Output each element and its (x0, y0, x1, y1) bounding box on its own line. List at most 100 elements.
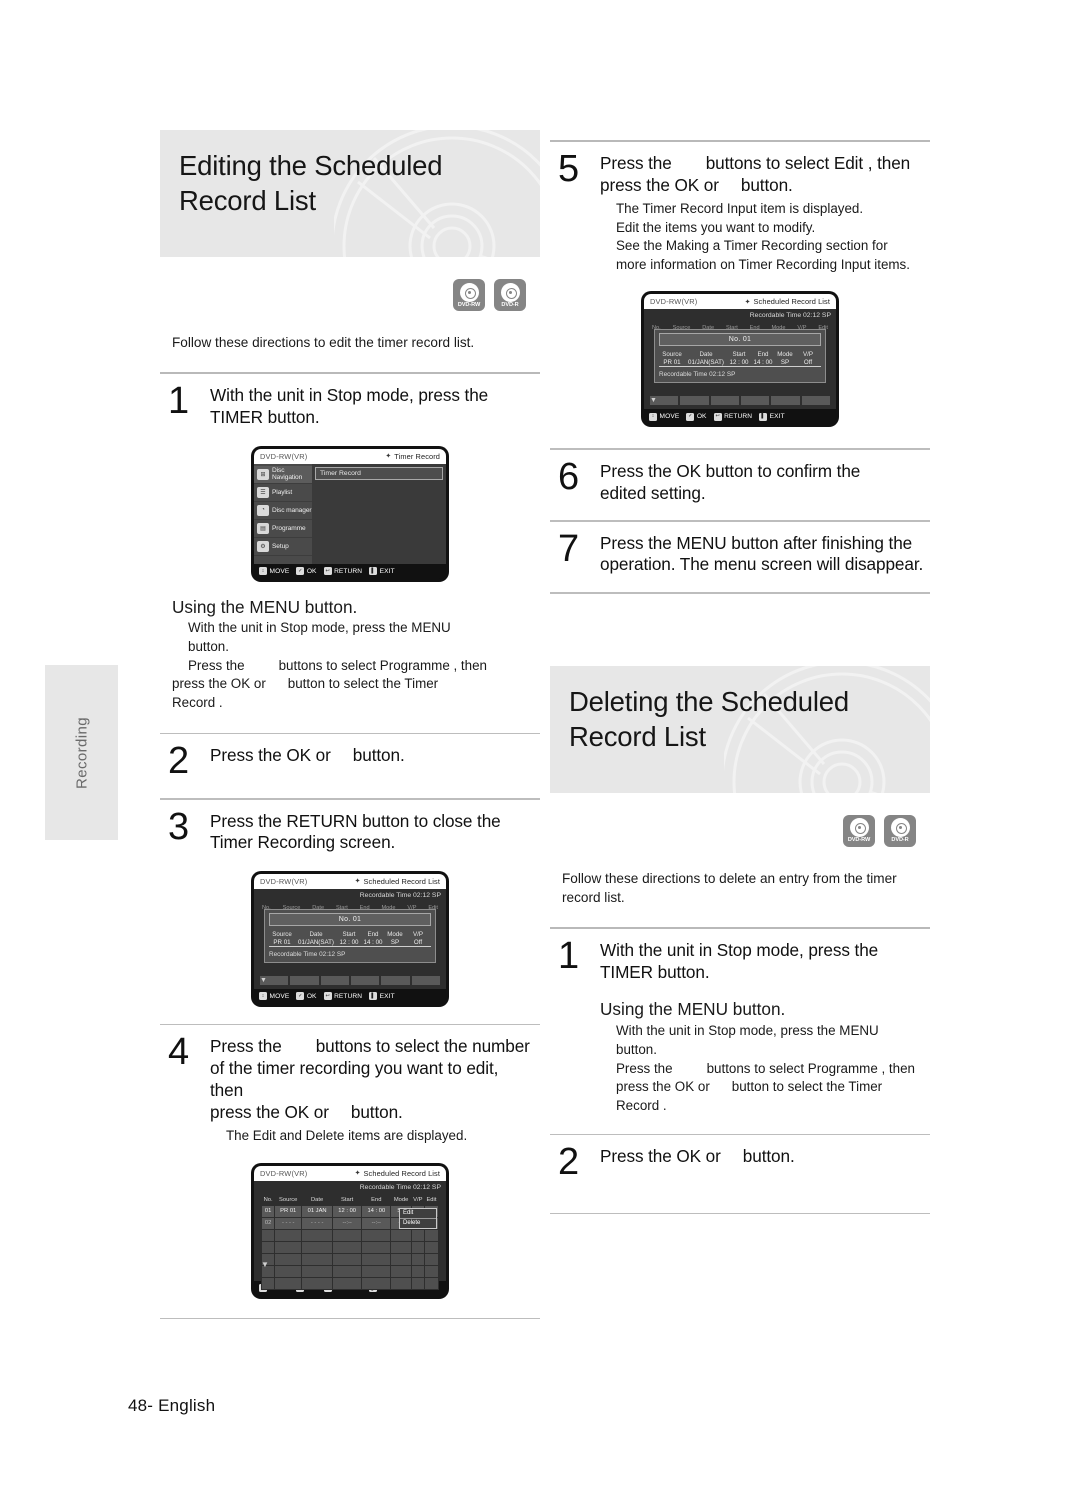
sidebar-item-label: Disc manager (272, 506, 312, 514)
field-value-date[interactable]: 01/JAN(SAT) (295, 939, 337, 947)
intro-line-2: record list. (562, 889, 625, 905)
navbar-return[interactable]: ↩ RETURN (713, 412, 753, 421)
step-line-2: Timer Recording screen. (210, 832, 396, 853)
step-line-1: Press the MENU button after finishing th… (600, 532, 913, 553)
field-value-vp[interactable]: Off (795, 359, 821, 368)
cell: . (410, 1264, 425, 1278)
screen-title: Scheduled Record List (363, 1168, 440, 1178)
cell-no: 02 (260, 1216, 276, 1230)
field-value-vp[interactable]: Off (405, 939, 431, 947)
dialog-recordable-time: Recordable Time 02:12 SP (269, 950, 346, 958)
field-header: Mode (387, 930, 403, 938)
screen-title: Scheduled Record List (753, 297, 830, 307)
step-1: 1 With the unit in Stop mode, press the … (160, 374, 540, 428)
disc-manager-icon: ◔ (257, 504, 269, 516)
side-tab-recording: Recording (45, 665, 118, 840)
step-text: Press the buttons to select Edit , then p… (600, 153, 924, 196)
popup-item-delete[interactable]: Delete (400, 1219, 436, 1228)
popup-item-edit[interactable]: Edit (400, 1209, 436, 1219)
step-body: With the unit in Stop mode, press the TI… (600, 940, 930, 1116)
dvd-rw-logo-label: DVD-RW (847, 837, 871, 844)
recordable-time: Recordable Time 02:12 SP (359, 891, 441, 899)
cell: . (274, 1228, 303, 1242)
table-row[interactable]: ........ (260, 1228, 440, 1242)
field-value-start[interactable]: 12 : 00 (337, 939, 361, 947)
sidebar-item-label: Setup (272, 542, 289, 550)
cell: . (301, 1240, 334, 1254)
scroll-down-caret-icon[interactable]: ▼ (261, 1260, 269, 1269)
screen-sidebar: ⊞ Disc Navigation ☰ Playlist ◔ Disc mana… (254, 463, 312, 564)
navbar-label: OK (696, 413, 707, 421)
header-cell-no: No. (263, 1196, 273, 1203)
menu-item-timer-record[interactable]: Timer Record (315, 466, 443, 480)
navbar-label: OK (306, 567, 317, 575)
stripe (680, 396, 709, 406)
dialog-title: No. 01 (659, 333, 821, 347)
field-value-source[interactable]: PR 01 (659, 359, 685, 368)
cell: . (423, 1240, 440, 1254)
scroll-down-caret-icon[interactable]: ▼ (260, 977, 267, 984)
step-sub-line: The Edit and Delete items are displayed. (226, 1128, 468, 1144)
menu-line-1: With the unit in Stop mode, press the ME… (616, 1022, 879, 1038)
using-menu-body: With the unit in Stop mode, press the ME… (172, 619, 540, 713)
navbar-move[interactable]: ↕ MOVE (259, 992, 289, 1001)
page-title: Editing the Scheduled Record List (160, 130, 540, 218)
step-number: 7 (558, 527, 580, 570)
header-cell-source: Source (279, 1196, 298, 1203)
cell: . (301, 1252, 334, 1266)
step-3: 3 Press the RETURN button to close the T… (160, 800, 540, 854)
field-value-end[interactable]: 14 : 00 (361, 939, 385, 947)
navbar-return[interactable]: ↩ RETURN (323, 992, 363, 1001)
navbar-ok[interactable]: ✓ OK (296, 567, 317, 576)
step-text: With the unit in Stop mode, press the TI… (600, 940, 924, 983)
field-value-start[interactable]: 12 : 00 (727, 359, 751, 368)
navbar-exit[interactable]: ▌ EXIT (369, 992, 395, 1001)
menu-line-2: button. (188, 638, 229, 654)
navbar-ok[interactable]: ✓ OK (296, 992, 316, 1001)
dialog-title: No. 01 (269, 912, 431, 926)
programme-icon: ▤ (257, 522, 269, 534)
table-row[interactable]: ........ (260, 1276, 440, 1290)
ok-icon: ✓ (296, 992, 305, 1001)
divider (550, 1212, 930, 1215)
dialog-field-values: PR 01 01/JAN(SAT) 12 : 00 14 : 00 SP Off (659, 359, 821, 368)
navbar-return[interactable]: ↩ RETURN (323, 567, 363, 576)
field-value-end[interactable]: 14 : 00 (751, 359, 775, 368)
navbar-exit[interactable]: ▌ EXIT (369, 567, 395, 576)
field-value-date[interactable]: 01/JAN(SAT) (685, 359, 727, 368)
tv-screen-record-list: DVD-RW(VR) ✦ Scheduled Record List Recor… (252, 1163, 448, 1298)
field-value-mode[interactable]: SP (775, 359, 795, 368)
sidebar-item-playlist[interactable]: ☰ Playlist (254, 484, 312, 502)
field-value-mode[interactable]: SP (385, 939, 405, 947)
navbar-move[interactable]: ↕ MOVE (649, 412, 679, 421)
navbar-move[interactable]: ↕ MOVE (259, 567, 289, 576)
menu-line-4: press the OK or button to select the Time… (172, 675, 540, 694)
field-value-source[interactable]: PR 01 (269, 939, 295, 947)
timer-input-layout: Recordable Time 02:12 SP No. Source Date… (644, 309, 836, 410)
step-text: With the unit in Stop mode, press the TI… (210, 385, 534, 428)
timer-input-layout: Recordable Time 02:12 SP No. Source Date… (254, 888, 446, 989)
screen-navbar: ↕ MOVE ✓ OK ↩ RETURN ▌ EXIT (254, 988, 446, 1004)
disc-icon (459, 282, 479, 302)
step-text-b: button. (742, 1146, 795, 1167)
sidebar-item-setup[interactable]: ⚙ Setup (254, 538, 312, 556)
header-cell-mode: Mode (393, 1196, 409, 1203)
table-row[interactable]: ........ (260, 1252, 440, 1266)
cell: . (274, 1252, 303, 1266)
sidebar-item-disc-manager[interactable]: ◔ Disc manager (254, 502, 312, 520)
table-row[interactable]: ........ (260, 1264, 440, 1278)
step-body: Press the buttons to select Edit , then p… (600, 153, 930, 274)
navbar-exit[interactable]: ▌ EXIT (759, 412, 785, 421)
table-row[interactable]: ........ (260, 1240, 440, 1254)
page-footer: 48- English (128, 1396, 216, 1415)
stripe (740, 396, 770, 406)
navbar-ok[interactable]: ✓ OK (686, 412, 707, 421)
screen-content: ⊞ Disc Navigation ☰ Playlist ◔ Disc mana… (254, 463, 446, 564)
exit-icon: ▌ (369, 992, 378, 1001)
scroll-down-caret-icon[interactable]: ▼ (650, 397, 657, 404)
step-line-3a: press the OK or (210, 1101, 329, 1122)
step-body: Press the MENU button after finishing th… (600, 533, 930, 576)
cell: . (301, 1276, 334, 1290)
sidebar-item-programme[interactable]: ▤ Programme (254, 520, 312, 538)
sidebar-item-disc-navigation[interactable]: ⊞ Disc Navigation (254, 465, 312, 484)
